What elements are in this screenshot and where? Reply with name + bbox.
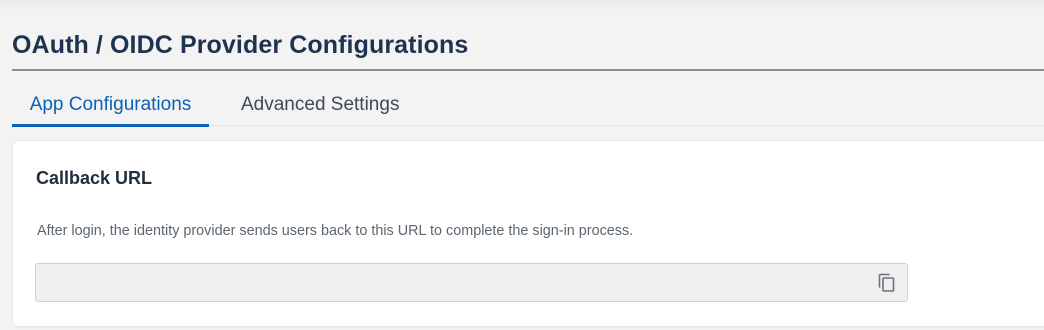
copy-icon-graphic (878, 273, 895, 292)
callback-url-input[interactable] (36, 264, 866, 301)
page-title: OAuth / OIDC Provider Configurations (12, 31, 469, 59)
tab-advanced-settings[interactable]: Advanced Settings (241, 90, 399, 124)
callback-url-heading: Callback URL (36, 168, 153, 188)
title-divider (12, 69, 1044, 71)
top-shadow-strip (0, 0, 1044, 10)
callback-url-field (35, 263, 908, 302)
callback-url-description: After login, the identity provider sends… (37, 223, 634, 239)
callback-url-card: Callback URL After login, the identity p… (13, 141, 1044, 326)
tab-bar: App Configurations Advanced Settings (12, 90, 1044, 127)
tab-app-configurations[interactable]: App Configurations (12, 90, 209, 127)
copy-icon[interactable] (876, 272, 898, 294)
